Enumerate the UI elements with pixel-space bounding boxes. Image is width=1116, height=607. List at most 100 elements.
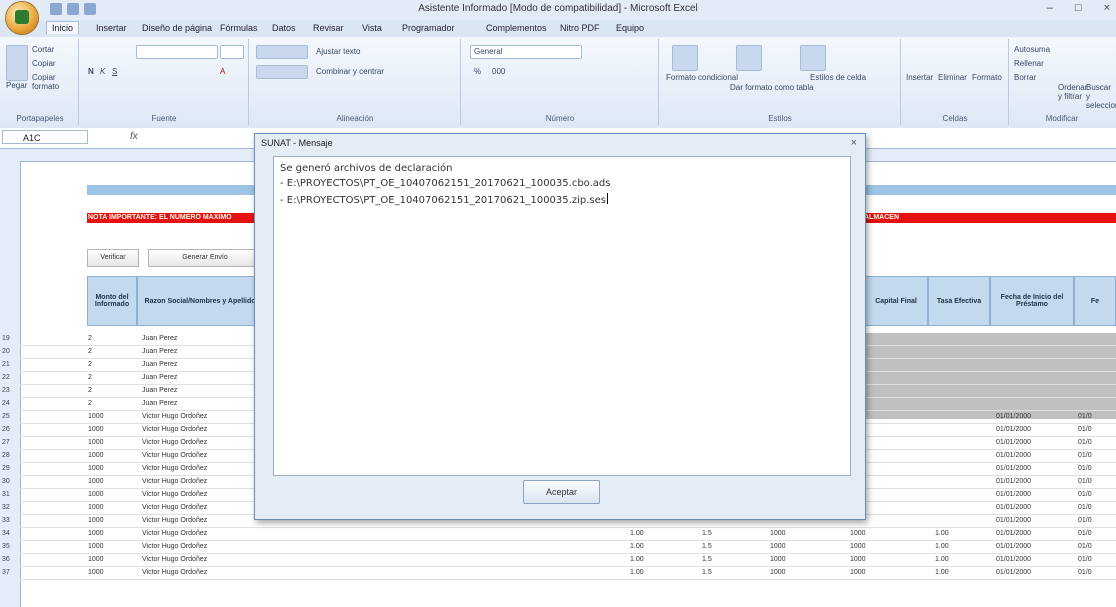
italic-button[interactable]: K (100, 67, 105, 76)
cell-col-h: 1.00 (630, 530, 644, 537)
find-select-button[interactable]: Buscar y seleccionar (1086, 83, 1116, 110)
header-tasa-efectiva: Tasa Efectiva (928, 276, 990, 326)
cell-nombre: Victor Hugo Ordoñez (142, 452, 208, 459)
insert-cells-button[interactable]: Insertar (906, 73, 933, 82)
format-cells-button[interactable]: Formato (972, 73, 1002, 82)
group-estilos: Formato condicional Dar formato como tab… (660, 39, 901, 125)
name-box[interactable]: A1C (2, 130, 88, 144)
cell-fecha: 01/01/2000 (996, 569, 1032, 576)
cell-styles-icon[interactable] (800, 45, 826, 71)
verificar-button[interactable]: Verificar (87, 249, 139, 267)
cell-fe: 01/0 (1078, 543, 1092, 550)
row-number: 36 (2, 556, 10, 563)
warning-text: NOTA IMPORTANTE: EL NUMERO MAXIMO (88, 214, 232, 221)
cut-button[interactable]: Cortar (32, 45, 54, 54)
cell-fecha: 01/01/2000 (996, 426, 1032, 433)
tab-diseno[interactable]: Diseño de página (142, 23, 212, 33)
align-center-icons[interactable] (256, 65, 308, 79)
cell-col-k: 1000 (850, 556, 866, 563)
table-row[interactable]: 34 1000 Victor Hugo Ordoñez 01/01/2000 01/0 1… (2, 528, 1116, 541)
minimize-button[interactable]: – (1047, 2, 1053, 14)
conditional-format-button[interactable]: Formato condicional (666, 73, 738, 82)
tab-datos[interactable]: Datos (272, 23, 296, 33)
fill-button[interactable]: Rellenar (1014, 59, 1044, 68)
merge-center-button[interactable]: Combinar y centrar (316, 67, 384, 76)
tab-inicio[interactable]: Inicio (46, 21, 80, 34)
cell-col-l: 1.00 (935, 530, 949, 537)
tab-formulas[interactable]: Fórmulas (220, 23, 258, 33)
group-modificar: Autosuma Rellenar Borrar Ordenar y filtr… (1010, 39, 1116, 125)
cell-nombre: Victor Hugo Ordoñez (142, 543, 208, 550)
autosum-button[interactable]: Autosuma (1014, 45, 1050, 54)
cell-styles-button[interactable]: Estilos de celda (810, 73, 866, 82)
percent-button[interactable]: % (474, 67, 481, 76)
cell-col-k: 1000 (850, 569, 866, 576)
font-size-select[interactable] (220, 45, 244, 59)
cell-col-j: 1000 (770, 530, 786, 537)
cell-fecha: 01/01/2000 (996, 530, 1032, 537)
cell-col-h: 1.00 (630, 543, 644, 550)
fx-icon[interactable]: fx (130, 131, 138, 142)
cell-nombre: Victor Hugo Ordoñez (142, 413, 208, 420)
cell-monto: 1000 (88, 543, 104, 550)
clear-button[interactable]: Borrar (1014, 73, 1036, 82)
bold-button[interactable]: N (88, 67, 94, 76)
cell-nombre: Victor Hugo Ordoñez (142, 439, 208, 446)
cell-fe: 01/0 (1078, 413, 1092, 420)
paste-icon[interactable] (6, 45, 28, 81)
group-label: Alineación (336, 114, 374, 123)
table-row[interactable]: 37 1000 Victor Hugo Ordoñez 01/01/2000 01/0 1… (2, 567, 1116, 580)
paste-label: Pegar (6, 81, 28, 90)
row-number: 37 (2, 569, 10, 576)
tab-equipo[interactable]: Equipo (616, 23, 644, 33)
close-button[interactable]: × (1104, 2, 1110, 14)
font-name-select[interactable] (136, 45, 218, 59)
cell-fe: 01/0 (1078, 517, 1092, 524)
tab-programador[interactable]: Programador (402, 23, 455, 33)
dialog-message-box[interactable]: Se generó archivos de declaración - E:\P… (273, 156, 851, 476)
office-button[interactable] (6, 2, 38, 34)
thousands-button[interactable]: 000 (492, 67, 505, 76)
font-color-button[interactable]: A (220, 67, 225, 76)
cell-nombre: Victor Hugo Ordoñez (142, 569, 208, 576)
cell-fecha: 01/01/2000 (996, 491, 1032, 498)
accept-button[interactable]: Aceptar (523, 480, 600, 504)
tab-revisar[interactable]: Revisar (313, 23, 344, 33)
dialog-line-1: Se generó archivos de declaración (280, 163, 453, 174)
delete-cells-button[interactable]: Eliminar (938, 73, 967, 82)
cell-col-l: 1.00 (935, 569, 949, 576)
table-row[interactable]: 35 1000 Victor Hugo Ordoñez 01/01/2000 01/0 1… (2, 541, 1116, 554)
dialog-close-button[interactable]: × (851, 137, 857, 149)
generar-envio-button[interactable]: Generar Envío (148, 249, 262, 267)
format-as-table-button[interactable]: Dar formato como tabla (730, 83, 814, 92)
copy-button[interactable]: Copiar (32, 59, 56, 68)
sort-filter-button[interactable]: Ordenar y filtrar (1058, 83, 1087, 101)
text-caret (606, 193, 608, 204)
align-top-icons[interactable] (256, 45, 308, 59)
underline-button[interactable]: S (112, 67, 117, 76)
table-row[interactable]: 36 1000 Victor Hugo Ordoñez 01/01/2000 01/0 1… (2, 554, 1116, 567)
cell-monto: 1000 (88, 491, 104, 498)
wrap-text-button[interactable]: Ajustar texto (316, 47, 360, 56)
table-format-icon[interactable] (736, 45, 762, 71)
cell-fecha: 01/01/2000 (996, 413, 1032, 420)
tab-complementos[interactable]: Complementos (486, 23, 547, 33)
maximize-button[interactable]: □ (1075, 2, 1082, 14)
format-painter-button[interactable]: Copiar formato (32, 73, 78, 91)
excel-logo-icon (15, 10, 29, 24)
tab-nitro-pdf[interactable]: Nitro PDF (560, 23, 600, 33)
row-number: 27 (2, 439, 10, 446)
cell-fecha: 01/01/2000 (996, 517, 1032, 524)
cell-col-l: 1.00 (935, 543, 949, 550)
conditional-format-icon[interactable] (672, 45, 698, 71)
tab-vista[interactable]: Vista (362, 23, 382, 33)
dialog-line-2: - E:\PROYECTOS\PT_OE_10407062151_2017062… (280, 178, 611, 189)
tab-insertar[interactable]: Insertar (96, 23, 127, 33)
dialog-line-3-text: - E:\PROYECTOS\PT_OE_10407062151_2017062… (280, 195, 606, 206)
cell-nombre: Juan Perez (142, 361, 178, 368)
row-number: 19 (2, 335, 10, 342)
cell-nombre: Victor Hugo Ordoñez (142, 556, 208, 563)
cell-fecha: 01/01/2000 (996, 452, 1032, 459)
row-number: 20 (2, 348, 10, 355)
header-monto: Monto del Informado (87, 276, 137, 326)
